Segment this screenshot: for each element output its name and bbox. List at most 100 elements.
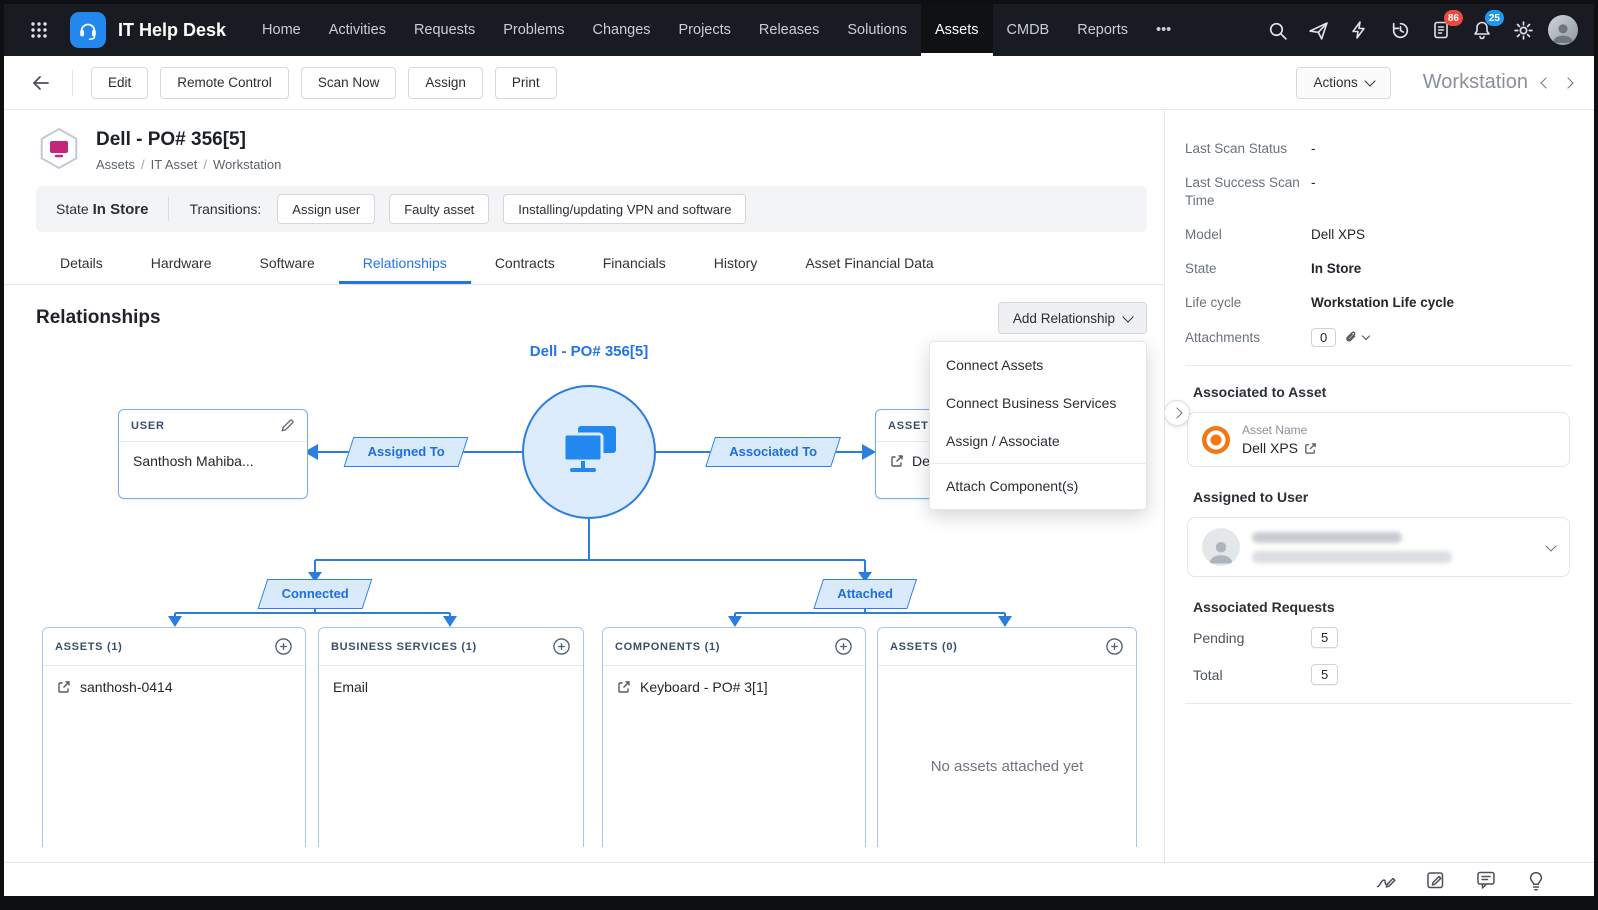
menu-item-connect-assets[interactable]: Connect Assets xyxy=(930,346,1146,384)
chat-icon[interactable] xyxy=(1474,868,1498,892)
scribble-notes-icon[interactable] xyxy=(1374,868,1398,892)
menu-item-connect-business-services[interactable]: Connect Business Services xyxy=(930,384,1146,422)
menu-item-assign-associate[interactable]: Assign / Associate xyxy=(930,422,1146,460)
nav-item-projects[interactable]: Projects xyxy=(665,4,745,56)
external-link-icon[interactable] xyxy=(1304,442,1317,455)
sidebar-collapse-toggle[interactable] xyxy=(1164,400,1190,426)
field-label: Last Success Scan Time xyxy=(1185,174,1311,210)
assigned-user-name: Santhosh Mahiba... xyxy=(119,442,307,480)
nav-item-requests[interactable]: Requests xyxy=(400,4,489,56)
nav-more-button[interactable]: ••• xyxy=(1142,4,1185,56)
workstation-type-icon xyxy=(36,126,82,174)
scan-now-button[interactable]: Scan Now xyxy=(301,67,397,99)
add-attached-asset-icon[interactable] xyxy=(1105,637,1124,656)
nav-item-problems[interactable]: Problems xyxy=(489,4,578,56)
settings-gear-icon[interactable] xyxy=(1507,14,1539,46)
pending-count-badge[interactable]: 5 xyxy=(1311,627,1338,648)
associated-asset-name[interactable]: Dell XPS xyxy=(1242,440,1298,456)
add-business-service-icon[interactable] xyxy=(552,637,571,656)
actions-dropdown-button[interactable]: Actions xyxy=(1296,67,1390,99)
field-life-cycle: Life cycle Workstation Life cycle xyxy=(1185,294,1572,312)
tab-hardware[interactable]: Hardware xyxy=(127,242,236,284)
external-link-icon[interactable] xyxy=(617,680,631,694)
edit-user-icon[interactable] xyxy=(280,418,295,433)
add-component-icon[interactable] xyxy=(834,637,853,656)
central-asset-node[interactable] xyxy=(522,385,656,519)
user-card-expand-icon[interactable] xyxy=(1545,540,1556,551)
nav-item-assets[interactable]: Assets xyxy=(921,4,993,56)
quick-actions-icon[interactable] xyxy=(1343,14,1375,46)
previous-asset-button[interactable] xyxy=(1542,79,1550,87)
transition-installing-vpn-button[interactable]: Installing/updating VPN and software xyxy=(503,194,746,224)
notifications-bell-icon[interactable]: 25 xyxy=(1466,14,1498,46)
workstation-icon xyxy=(556,426,622,478)
breadcrumb-separator: / xyxy=(141,157,145,172)
breadcrumb-assets[interactable]: Assets xyxy=(96,157,135,172)
asset-type-label: Workstation xyxy=(1423,71,1528,94)
tab-details[interactable]: Details xyxy=(36,242,127,284)
add-relationship-label: Add Relationship xyxy=(1013,311,1115,326)
edge-label-attached: Attached xyxy=(813,579,916,609)
transition-assign-user-button[interactable]: Assign user xyxy=(277,194,375,224)
search-icon[interactable] xyxy=(1261,14,1293,46)
compose-note-icon[interactable] xyxy=(1424,868,1448,892)
field-label: Life cycle xyxy=(1185,294,1311,312)
nav-item-home[interactable]: Home xyxy=(248,4,315,56)
attachments-expander[interactable] xyxy=(1344,330,1369,345)
tab-financials[interactable]: Financials xyxy=(579,242,690,284)
field-last-success-scan-time: Last Success Scan Time - xyxy=(1185,174,1572,210)
attachments-count[interactable]: 0 xyxy=(1311,328,1336,347)
assign-button[interactable]: Assign xyxy=(408,67,483,99)
nav-item-reports[interactable]: Reports xyxy=(1063,4,1142,56)
transition-faulty-asset-button[interactable]: Faulty asset xyxy=(389,194,489,224)
nav-item-solutions[interactable]: Solutions xyxy=(833,4,921,56)
toolbar-divider xyxy=(72,70,73,96)
top-navbar: IT Help Desk Home Activities Requests Pr… xyxy=(4,4,1594,56)
field-model: Model Dell XPS xyxy=(1185,226,1572,244)
connected-asset-link[interactable]: santhosh-0414 xyxy=(80,679,173,695)
add-relationship-button[interactable]: Add Relationship xyxy=(998,302,1147,334)
tab-relationships[interactable]: Relationships xyxy=(339,242,471,284)
print-button[interactable]: Print xyxy=(495,67,557,99)
nav-item-activities[interactable]: Activities xyxy=(315,4,400,56)
lightbulb-icon[interactable] xyxy=(1524,868,1548,892)
tab-software[interactable]: Software xyxy=(236,242,339,284)
nav-item-releases[interactable]: Releases xyxy=(745,4,833,56)
total-requests-row: Total 5 xyxy=(1193,664,1572,685)
group-box-components: COMPONENTS (1) Keyboard - PO# 3[1] xyxy=(602,627,866,847)
history-icon[interactable] xyxy=(1384,14,1416,46)
breadcrumb-it-asset[interactable]: IT Asset xyxy=(151,157,198,172)
attachments-label: Attachments xyxy=(1185,330,1311,345)
approvals-icon[interactable]: 86 xyxy=(1425,14,1457,46)
edge-label-associated-to: Associated To xyxy=(705,437,841,467)
state-bar-divider xyxy=(168,197,169,221)
app-launcher-icon[interactable] xyxy=(22,13,56,47)
total-count-badge[interactable]: 5 xyxy=(1311,664,1338,685)
external-link-icon[interactable] xyxy=(890,454,904,468)
field-value: In Store xyxy=(1311,260,1361,278)
breadcrumb: Assets / IT Asset / Workstation xyxy=(96,157,281,172)
list-item: Email xyxy=(319,666,583,708)
back-button[interactable] xyxy=(22,67,60,99)
next-asset-button[interactable] xyxy=(1564,79,1572,87)
tab-asset-financial-data[interactable]: Asset Financial Data xyxy=(781,242,957,284)
menu-item-attach-components[interactable]: Attach Component(s) xyxy=(930,467,1146,505)
business-service-name[interactable]: Email xyxy=(333,679,368,695)
headset-logo-icon[interactable] xyxy=(70,12,106,48)
nav-item-cmdb[interactable]: CMDB xyxy=(993,4,1064,56)
user-avatar[interactable] xyxy=(1548,15,1578,45)
external-link-icon[interactable] xyxy=(57,680,71,694)
breadcrumb-workstation[interactable]: Workstation xyxy=(213,157,281,172)
component-link[interactable]: Keyboard - PO# 3[1] xyxy=(640,679,768,695)
add-connected-asset-icon[interactable] xyxy=(274,637,293,656)
nav-item-changes[interactable]: Changes xyxy=(578,4,664,56)
edit-button[interactable]: Edit xyxy=(91,67,148,99)
tab-history[interactable]: History xyxy=(690,242,782,284)
field-value: Workstation Life cycle xyxy=(1311,294,1454,312)
remote-control-button[interactable]: Remote Control xyxy=(160,67,289,99)
state-value: In Store xyxy=(93,201,149,218)
tab-contracts[interactable]: Contracts xyxy=(471,242,579,284)
chevron-down-icon xyxy=(1362,332,1370,340)
root-asset-link[interactable]: Dell - PO# 356[5] xyxy=(530,343,648,360)
announcements-icon[interactable] xyxy=(1302,14,1334,46)
